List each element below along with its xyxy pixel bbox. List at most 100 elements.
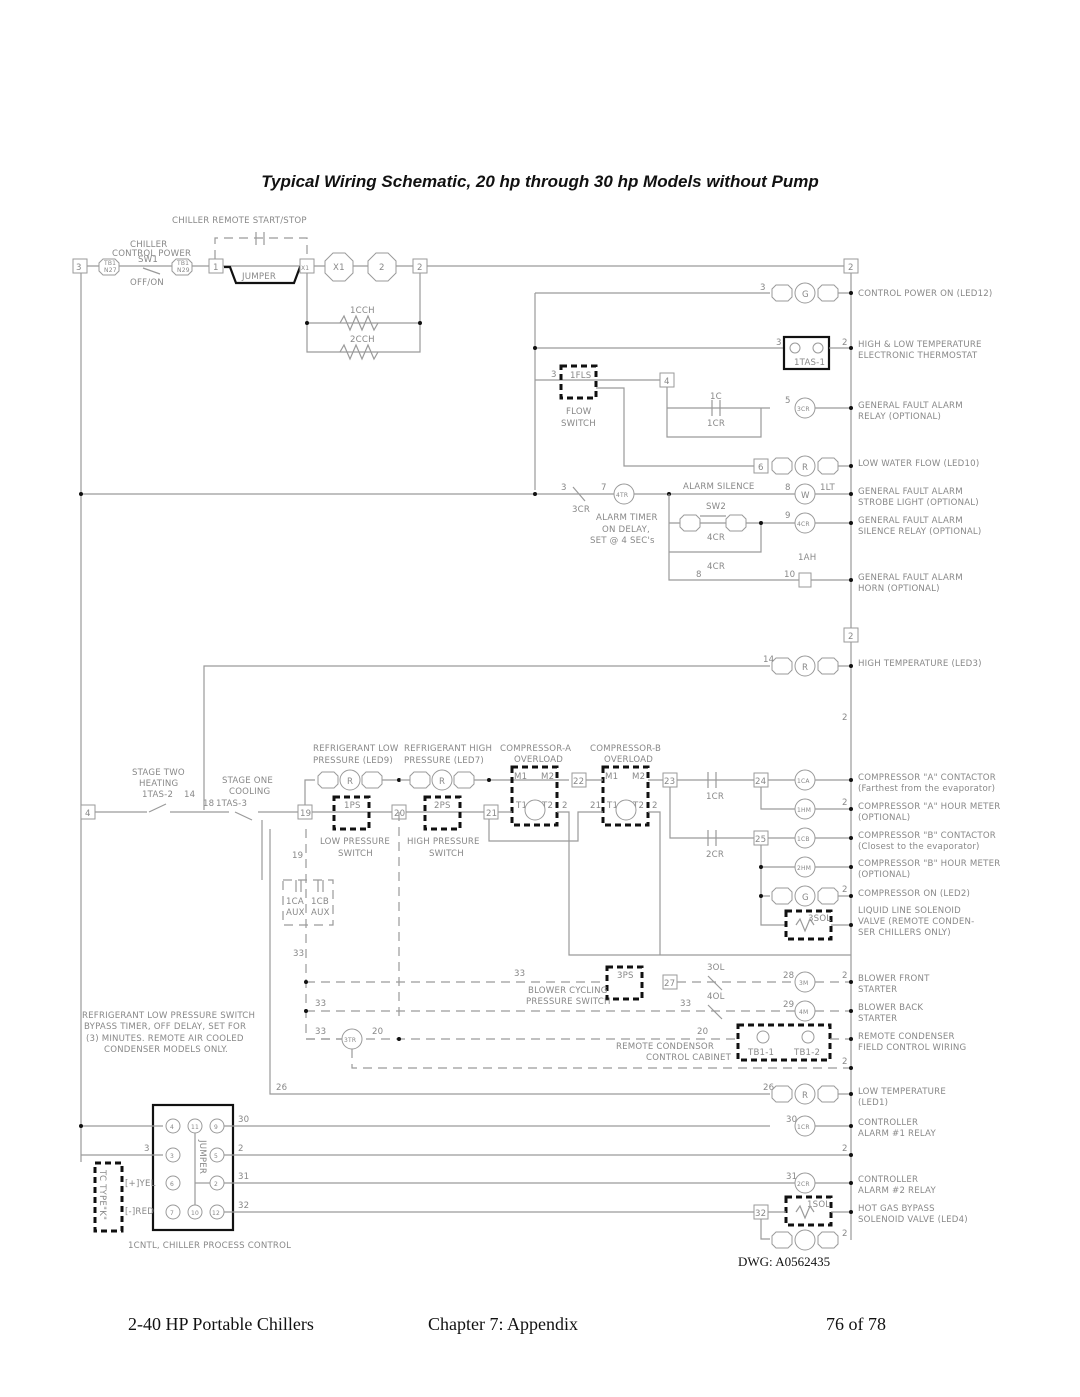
schematic-node: [849, 1037, 853, 1041]
schematic-wire: [771, 887, 793, 905]
schematic-label: N29: [177, 267, 190, 274]
schematic-label: 30: [238, 1115, 249, 1125]
schematic-label: 27: [664, 979, 675, 989]
schematic-label: 9: [214, 1124, 218, 1131]
schematic-node: [849, 492, 853, 496]
schematic-wire: [203, 665, 770, 810]
schematic-label: 1CR: [706, 792, 724, 802]
schematic-label: 4OL: [707, 992, 725, 1002]
schematic-label: 4: [170, 1124, 174, 1131]
off-on-label: OFF/ON: [130, 278, 164, 288]
schematic-label: CONTROLLER: [858, 1118, 918, 1128]
schematic-wire: [817, 457, 839, 475]
schematic-label: 20: [697, 1027, 708, 1037]
schematic-label: 2: [842, 798, 848, 808]
schematic-label: GENERAL FAULT ALARM: [858, 516, 963, 526]
schematic-node: [849, 1124, 853, 1128]
schematic-node: [304, 980, 308, 984]
schematic-label: BLOWER BACK: [858, 1003, 923, 1013]
schematic-label: PRESSURE SWITCH: [526, 997, 611, 1007]
schematic-label: TB1: [103, 260, 116, 267]
schematic-label: 2: [848, 263, 854, 273]
schematic-label: 1TAS-2: [142, 790, 173, 800]
schematic-node: [849, 1153, 853, 1157]
schematic-label: 4: [85, 809, 91, 819]
1tas-1-label: 1TAS-1: [794, 358, 825, 368]
schematic-wire: [453, 771, 475, 789]
schematic-label: 14: [184, 790, 195, 800]
schematic-wire: [771, 1085, 793, 1103]
schematic-label: CONTROLLER: [858, 1175, 918, 1185]
schematic-label: 2: [238, 1144, 244, 1154]
schematic-wire: [148, 803, 167, 813]
schematic-label: 2CR: [706, 850, 724, 860]
schematic-node: [305, 321, 309, 325]
schematic-label: REFRIGERANT LOW PRESSURE SWITCH: [82, 1011, 255, 1021]
schematic-node: [79, 492, 83, 496]
schematic-label: 10: [784, 570, 795, 580]
schematic-label: ALARM #1 RELAY: [858, 1129, 936, 1139]
schematic-wire: [771, 1231, 793, 1249]
schematic-label: ALARM #2 RELAY: [858, 1186, 936, 1196]
tb1-n27-terminal: TB1 N27: [98, 258, 120, 276]
schematic-label: AUX: [311, 908, 330, 918]
schematic-label: 1AH: [798, 553, 816, 563]
remote-condensor-label: REMOTE CONDENSOR: [616, 1042, 714, 1052]
schematic-label: 4M: [799, 1009, 808, 1016]
schematic-label: 1: [213, 263, 219, 273]
schematic-wire: [760, 1219, 770, 1240]
schematic-label: OVERLOAD: [514, 755, 563, 765]
refrigerant-high-label: REFRIGERANT HIGH: [404, 744, 492, 754]
schematic-label: 2: [842, 713, 848, 723]
control-power-row: 3 TB1 N27 CHILLER CONTROL POWER SW1 OFF/…: [72, 216, 859, 361]
schematic-label: 5: [785, 396, 791, 406]
schematic-label: COMPRESSOR "A" HOUR METER: [858, 802, 1000, 812]
schematic-label: R: [802, 663, 808, 673]
schematic-label: 2PS: [434, 801, 451, 811]
schematic-label: 22: [573, 777, 584, 787]
schematic-label: ELECTRONIC THERMOSTAT: [858, 351, 978, 361]
schematic-node: [533, 492, 537, 496]
schematic-label: 2: [848, 632, 854, 642]
high-pressure-label: HIGH PRESSURE: [407, 837, 480, 847]
schematic-label: PRESSURE (LED9): [313, 756, 393, 766]
schematic-label: (3) MINUTES. REMOTE AIR COOLED: [86, 1034, 244, 1044]
schematic-label: R: [439, 777, 445, 787]
schematic-label: OVERLOAD: [604, 755, 653, 765]
schematic-label: SOLENOID VALVE (LED4): [858, 1215, 968, 1225]
schematic-label: HEATING: [139, 779, 178, 789]
schematic-label: 2: [842, 885, 848, 895]
schematic-label: CONDENSER MODELS ONLY.: [104, 1045, 228, 1055]
schematic-label: 24: [755, 777, 766, 787]
schematic-label: 1PS: [344, 801, 361, 811]
schematic-node: [615, 799, 637, 821]
schematic-node: [759, 521, 763, 525]
schematic-label: 33: [680, 999, 691, 1009]
schematic-label: 2: [842, 1144, 848, 1154]
schematic-label: PRESSURE (LED7): [404, 756, 484, 766]
schematic-label: LOW WATER FLOW (LED10): [858, 459, 979, 469]
compressor-row: 4 STAGE TWO HEATING 1TAS-2 14 STAGE ONE …: [80, 744, 853, 1040]
schematic-label: 2: [379, 263, 385, 273]
schematic-node: [849, 1210, 853, 1214]
schematic-label: HIGH & LOW TEMPERATURE: [858, 340, 982, 350]
schematic-label: 2: [417, 263, 423, 273]
switch-label: SWITCH: [561, 419, 596, 429]
schematic-wire: [304, 779, 315, 805]
1cch-label: 1CCH: [350, 306, 375, 316]
schematic-node: [849, 464, 853, 468]
bypass-timer-note: REFRIGERANT LOW PRESSURE SWITCH BYPASS T…: [82, 1011, 255, 1055]
schematic-label: 8: [785, 483, 791, 493]
schematic-wire: [648, 811, 661, 955]
schematic-label: RELAY (OPTIONAL): [858, 412, 941, 422]
schematic-label: (OPTIONAL): [858, 870, 910, 880]
schematic-label: GENERAL FAULT ALARM: [858, 401, 963, 411]
schematic-label: 10: [191, 1210, 199, 1217]
low-temperature-row: 26 26 R: [269, 829, 853, 1105]
schematic-label: 1CB: [311, 897, 329, 907]
schematic-label: 6: [170, 1181, 174, 1188]
schematic-label: 1CR: [797, 1124, 810, 1131]
refrigerant-low-label: REFRIGERANT LOW: [313, 744, 399, 754]
schematic-label: 20: [394, 809, 405, 819]
schematic-label: 3TR: [344, 1037, 356, 1044]
